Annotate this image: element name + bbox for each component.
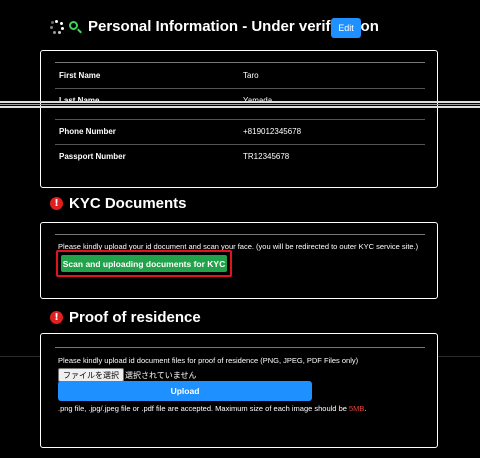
info-value: Taro [243, 71, 259, 80]
residence-description: Please kindly upload id document files f… [58, 356, 359, 365]
search-icon [68, 20, 82, 34]
kyc-card: Please kindly upload your id document an… [40, 222, 438, 299]
kyc-button-highlight: Scan and uploading documents for KYC [56, 250, 232, 277]
residence-card: Please kindly upload id document files f… [40, 333, 438, 448]
residence-header: ! Proof of residence [50, 309, 201, 326]
loading-spinner-icon [50, 19, 64, 34]
max-size-value: 5MB [349, 404, 365, 413]
screen-overlay-band [0, 106, 480, 108]
screen-overlay-band [0, 101, 480, 103]
residence-title: Proof of residence [69, 309, 201, 326]
file-size-hint: .png file, .jpg/.jpeg file or .pdf file … [58, 404, 367, 413]
info-label: Passport Number [59, 152, 126, 161]
file-status-text: 選択されていません [125, 371, 197, 380]
choose-file-button[interactable]: ファイルを選択 [58, 368, 124, 382]
upload-button[interactable]: Upload [58, 381, 312, 401]
kyc-title: KYC Documents [69, 195, 187, 212]
info-value: TR12345678 [243, 152, 290, 161]
info-row-first-name: First Name Taro [59, 71, 425, 83]
info-row-phone: Phone Number +819012345678 [59, 127, 425, 139]
personal-info-card: First Name Taro Last Name Yamada Phone N… [40, 50, 438, 188]
edit-button[interactable]: Edit [331, 18, 361, 38]
warning-icon: ! [50, 197, 63, 210]
info-value: +819012345678 [243, 127, 302, 136]
info-row-passport: Passport Number TR12345678 [59, 152, 425, 164]
info-label: Phone Number [59, 127, 116, 136]
kyc-header: ! KYC Documents [50, 195, 187, 212]
hint-suffix: . [364, 404, 367, 413]
info-label: First Name [59, 71, 101, 80]
kyc-scan-upload-button[interactable]: Scan and uploading documents for KYC [61, 255, 227, 272]
screen-overlay-band [0, 104, 480, 105]
warning-icon: ! [50, 311, 63, 324]
personal-info-header: Personal Information - Under verificatio… [50, 18, 379, 35]
hint-text: .png file, .jpg/.jpeg file or .pdf file … [58, 404, 349, 413]
